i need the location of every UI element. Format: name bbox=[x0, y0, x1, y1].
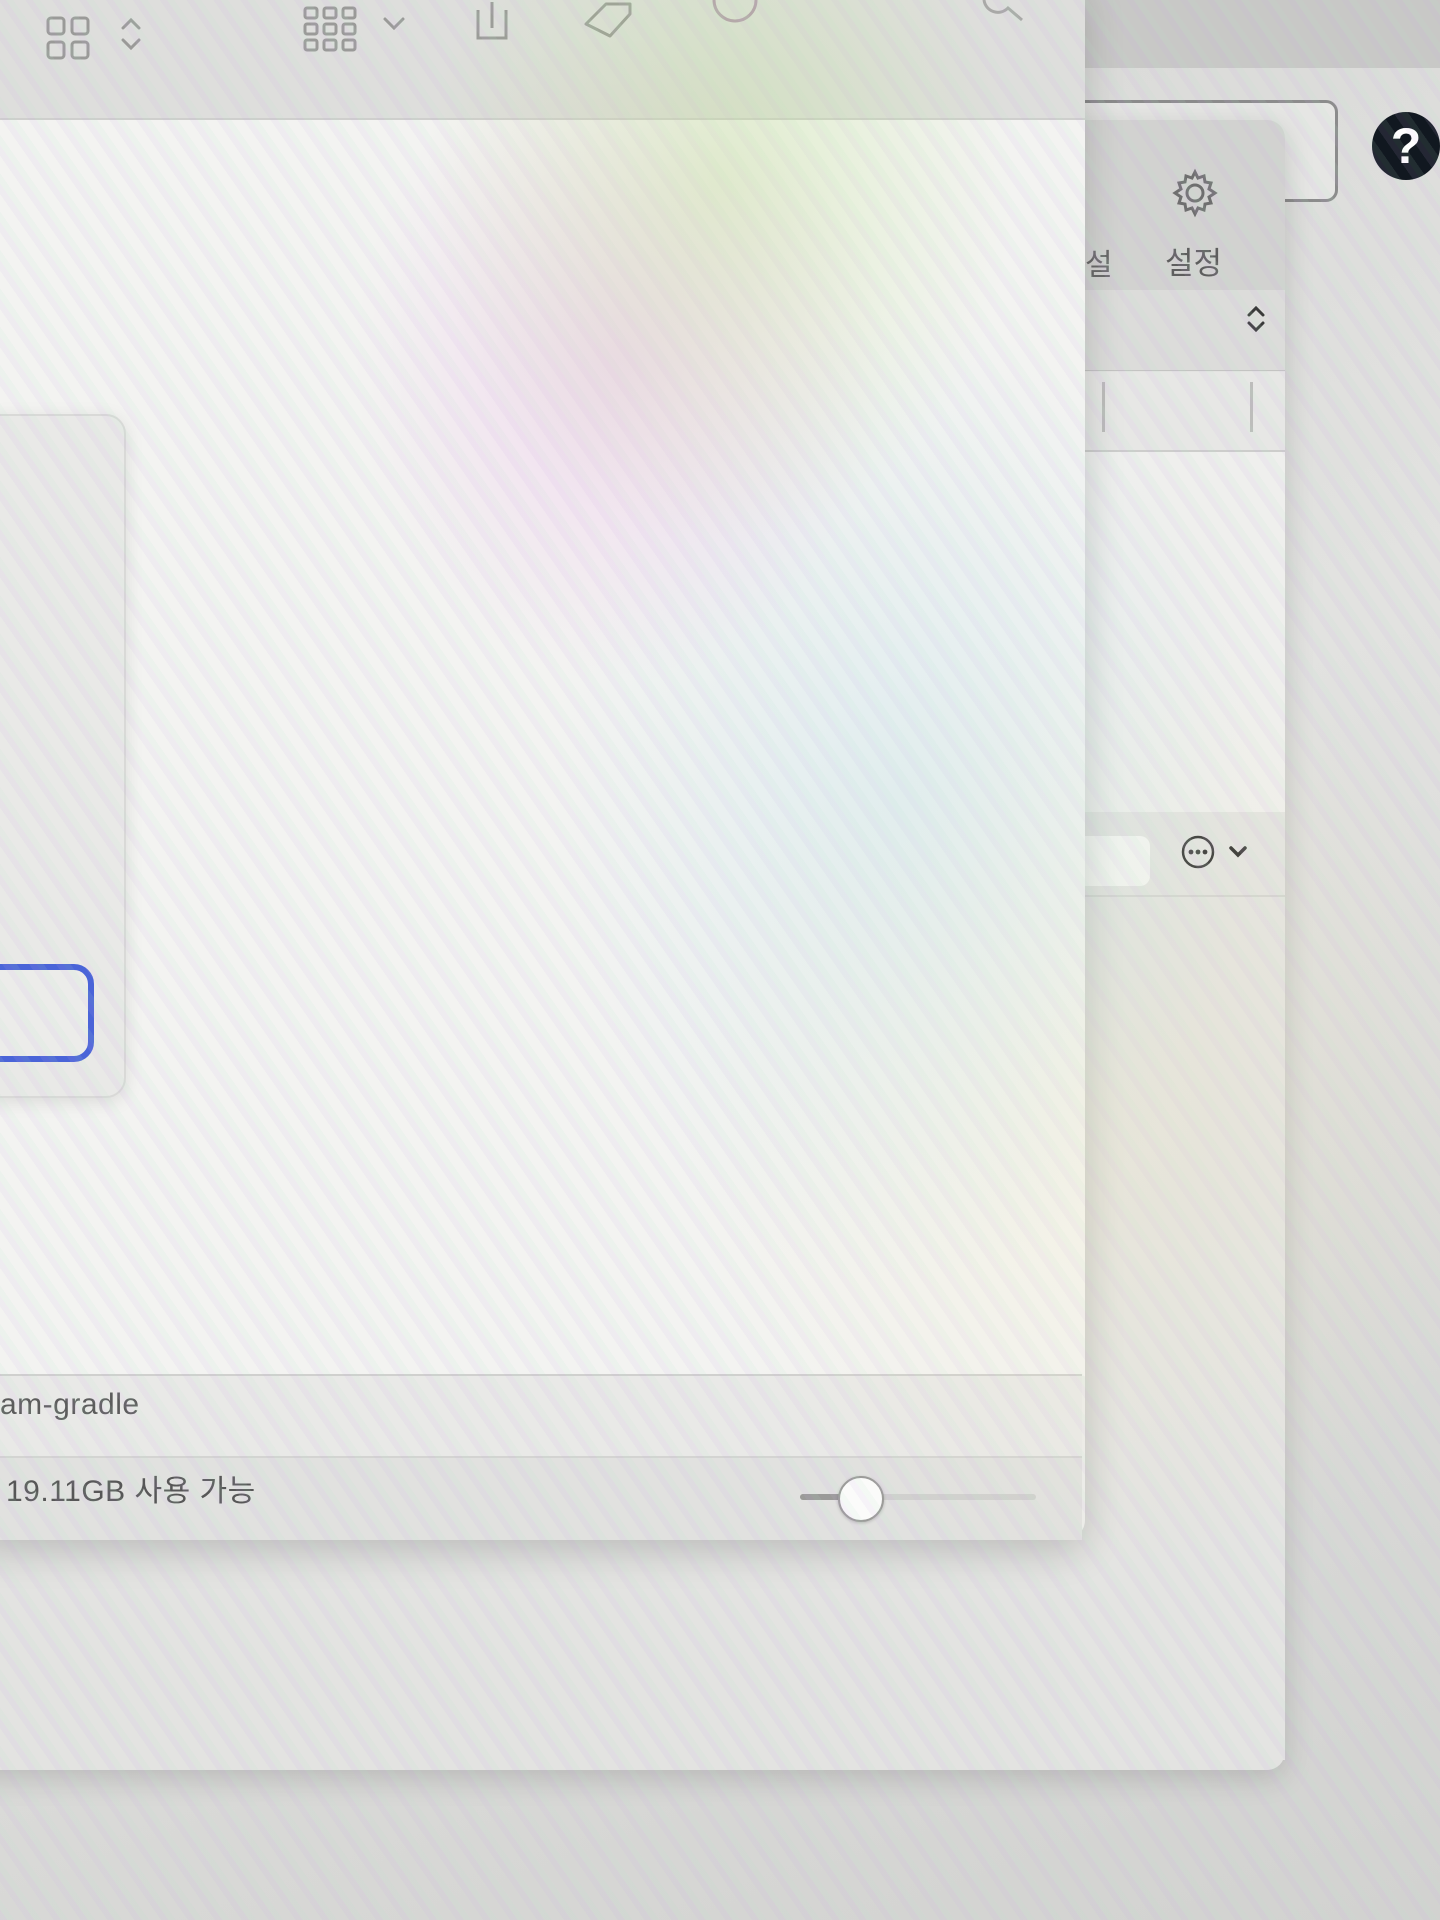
settings-list bbox=[1060, 452, 1285, 812]
tab-partial[interactable]: 설 bbox=[1085, 240, 1113, 284]
available-space-text: 19.11GB 사용 가능 bbox=[6, 1475, 256, 1508]
tag-icon[interactable] bbox=[582, 0, 634, 44]
icon-size-slider-thumb[interactable] bbox=[838, 1476, 884, 1522]
settings-lower-area bbox=[1060, 1240, 1285, 1760]
updown-chevron-icon[interactable] bbox=[1244, 302, 1268, 336]
chevron-down-icon[interactable] bbox=[380, 10, 408, 38]
more-icon[interactable] bbox=[710, 0, 760, 30]
path-item[interactable]: am-gradle bbox=[0, 1388, 140, 1422]
column-divider[interactable] bbox=[1102, 382, 1105, 432]
gear-icon[interactable] bbox=[1170, 168, 1220, 218]
default-button[interactable] bbox=[0, 964, 94, 1062]
path-bar bbox=[0, 1374, 1082, 1456]
group-grid-icon[interactable] bbox=[302, 4, 358, 52]
view-grid-icon[interactable] bbox=[44, 14, 92, 62]
background-topbar bbox=[1080, 0, 1440, 68]
updown-chevron-icon[interactable] bbox=[118, 12, 144, 56]
share-icon[interactable] bbox=[470, 0, 514, 44]
file-browser-content[interactable] bbox=[0, 120, 1085, 1376]
tab-settings[interactable]: 설정 bbox=[1165, 238, 1222, 283]
help-button[interactable]: ? bbox=[1372, 112, 1440, 180]
search-icon[interactable] bbox=[978, 0, 1028, 24]
finder-toolbar bbox=[0, 0, 1085, 120]
divider bbox=[1060, 895, 1285, 897]
more-icon[interactable] bbox=[1180, 834, 1216, 870]
chevron-down-icon[interactable] bbox=[1226, 840, 1250, 864]
column-divider[interactable] bbox=[1250, 382, 1253, 432]
